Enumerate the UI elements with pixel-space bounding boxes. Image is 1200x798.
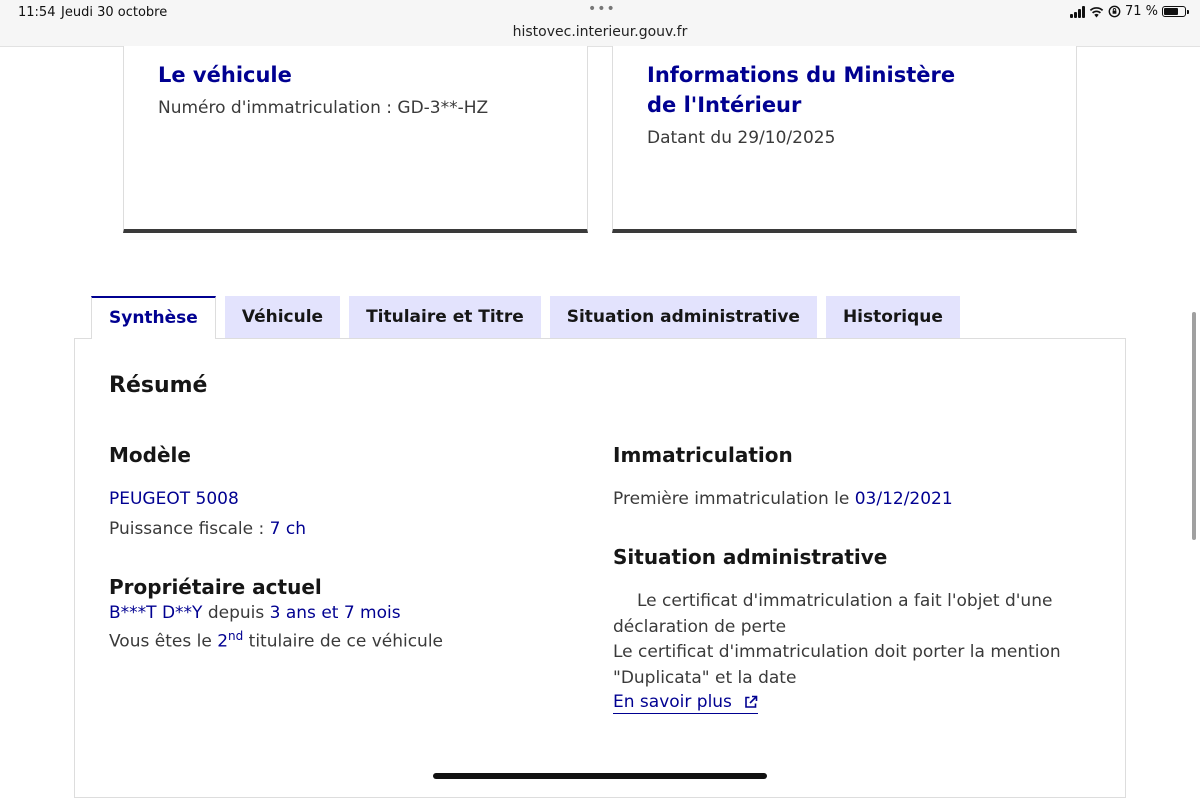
tab-vehicule[interactable]: Véhicule xyxy=(224,296,341,338)
status-indicators: 71 % xyxy=(1069,4,1189,19)
orientation-lock-icon xyxy=(1108,5,1121,18)
admin-line-1: Le certificat d'immatriculation a fait l… xyxy=(637,591,1053,611)
ministry-card-title: Informations du Ministère de l'Intérieur xyxy=(647,63,956,117)
owner-since-label: depuis xyxy=(202,603,270,623)
ios-status-bar: 11:54 Jeudi 30 octobre ••• histovec.inte… xyxy=(0,0,1200,47)
admin-line-2: déclaration de perte xyxy=(613,616,787,637)
admin-situation-heading: Situation administrative xyxy=(613,545,888,569)
fiscal-power-value: 7 ch xyxy=(269,519,306,539)
owner-name: B***T D**Y xyxy=(109,603,203,623)
registration-heading: Immatriculation xyxy=(613,443,793,467)
admin-line-4: "Duplicata" et la date xyxy=(613,667,797,688)
holder-number: 2 xyxy=(217,631,229,652)
external-link-icon xyxy=(745,695,758,708)
page-scrollbar[interactable] xyxy=(1192,312,1196,540)
vehicle-card: Le véhicule Numéro d'immatriculation : G… xyxy=(123,46,588,233)
first-registration-label: Première immatriculation le xyxy=(613,489,855,509)
admin-line-3: Le certificat d'immatriculation doit por… xyxy=(613,642,1061,662)
model-heading: Modèle xyxy=(109,443,191,467)
learn-more-link[interactable]: En savoir plus xyxy=(613,692,758,714)
admin-situation-text: Le certificat d'immatriculation a fait l… xyxy=(613,589,1073,691)
synthese-panel: Résumé Modèle PEUGEOT 5008 Puissance fis… xyxy=(74,338,1126,798)
holder-rank: Vous êtes le 2nd titulaire de ce véhicul… xyxy=(109,629,443,652)
cellular-signal-icon xyxy=(1069,5,1085,18)
tab-bar: Synthèse Véhicule Titulaire et Titre Sit… xyxy=(91,296,969,339)
registration-number: Numéro d'immatriculation : GD-3**-HZ xyxy=(158,98,489,118)
status-time: 11:54 xyxy=(18,5,56,20)
status-date: Jeudi 30 octobre xyxy=(61,5,168,20)
address-url[interactable]: histovec.interieur.gouv.fr xyxy=(0,24,1200,40)
battery-percent: 71 % xyxy=(1124,4,1158,19)
multitasking-dots-icon[interactable]: ••• xyxy=(588,1,616,17)
data-date: Datant du 29/10/2025 xyxy=(647,128,836,148)
learn-more-label: En savoir plus xyxy=(613,692,732,712)
ministry-card: Informations du Ministère de l'Intérieur… xyxy=(612,46,1077,233)
fiscal-power-label: Puissance fiscale : xyxy=(109,519,270,539)
owner-since-value: 3 ans et 7 mois xyxy=(269,603,401,623)
fiscal-power: Puissance fiscale : 7 ch xyxy=(109,519,306,539)
tab-situation-administrative[interactable]: Situation administrative xyxy=(549,296,817,338)
first-registration: Première immatriculation le 03/12/2021 xyxy=(613,489,953,509)
holder-prefix: Vous êtes le xyxy=(109,631,218,652)
home-indicator[interactable] xyxy=(433,773,767,779)
owner-line: B***T D**Y depuis 3 ans et 7 mois xyxy=(109,603,401,623)
tab-historique[interactable]: Historique xyxy=(825,296,960,338)
first-registration-date: 03/12/2021 xyxy=(854,489,953,509)
vehicle-card-title: Le véhicule xyxy=(158,63,292,87)
tab-synthese[interactable]: Synthèse xyxy=(91,296,216,339)
holder-suffix: titulaire de ce véhicule xyxy=(243,631,444,652)
holder-ordinal: nd xyxy=(228,629,244,643)
battery-icon xyxy=(1162,6,1189,17)
wifi-icon xyxy=(1089,6,1104,17)
tab-titulaire-et-titre[interactable]: Titulaire et Titre xyxy=(349,296,541,338)
summary-heading: Résumé xyxy=(109,373,208,398)
model-name: PEUGEOT 5008 xyxy=(109,489,239,509)
owner-heading: Propriétaire actuel xyxy=(109,575,322,599)
